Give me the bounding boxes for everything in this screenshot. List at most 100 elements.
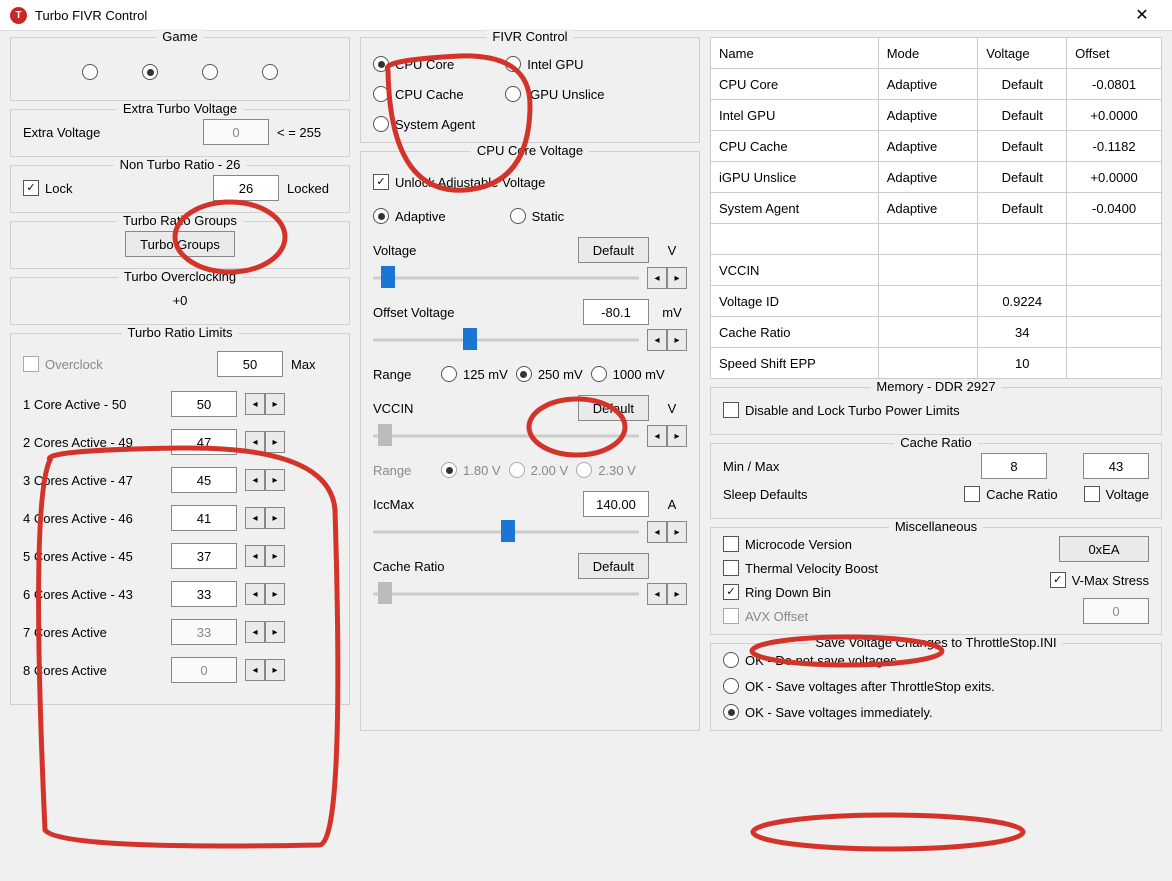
disable-lock-limits-checkbox[interactable]: Disable and Lock Turbo Power Limits	[723, 402, 960, 418]
limit-input[interactable]	[171, 581, 237, 607]
limit-inc[interactable]: ▸	[265, 393, 285, 415]
voltage-default-button[interactable]: Default	[578, 237, 649, 263]
limit-dec[interactable]: ◂	[245, 393, 265, 415]
microcode-button[interactable]: 0xEA	[1059, 536, 1149, 562]
vccin-default-button[interactable]: Default	[578, 395, 649, 421]
game-opt-3[interactable]	[202, 64, 218, 80]
cache-slider[interactable]	[373, 584, 639, 604]
table-cell: Speed Shift EPP	[711, 348, 879, 379]
table-cell: Default	[978, 131, 1067, 162]
limit-input[interactable]	[171, 543, 237, 569]
ring-down-checkbox[interactable]: Ring Down Bin	[723, 584, 1030, 600]
sleep-cache-checkbox[interactable]: Cache Ratio	[964, 486, 1058, 502]
game-opt-1[interactable]	[82, 64, 98, 80]
microcode-checkbox[interactable]: Microcode Version	[723, 536, 1030, 552]
iccmax-slider[interactable]	[373, 522, 639, 542]
non-turbo-state: Locked	[287, 181, 337, 196]
limit-inc[interactable]: ▸	[265, 621, 285, 643]
limit-dec[interactable]: ◂	[245, 469, 265, 491]
icc-dec[interactable]: ◂	[647, 521, 667, 543]
sleep-voltage-checkbox[interactable]: Voltage	[1084, 486, 1149, 502]
limit-dec[interactable]: ◂	[245, 545, 265, 567]
range-1000[interactable]: 1000 mV	[591, 366, 665, 382]
limit-inc[interactable]: ▸	[265, 545, 285, 567]
limit-label: 8 Cores Active	[23, 663, 163, 678]
non-turbo-input[interactable]	[213, 175, 279, 201]
cache-inc[interactable]: ▸	[667, 583, 687, 605]
limit-inc[interactable]: ▸	[265, 659, 285, 681]
table-header: Name	[711, 38, 879, 69]
offset-input[interactable]	[583, 299, 649, 325]
vccin-label: VCCIN	[373, 401, 570, 416]
sleep-defaults-label: Sleep Defaults	[723, 487, 956, 502]
avx-offset-input[interactable]	[1083, 598, 1149, 624]
vccin-inc[interactable]: ▸	[667, 425, 687, 447]
range-125[interactable]: 125 mV	[441, 366, 508, 382]
vccin-dec[interactable]: ◂	[647, 425, 667, 447]
unlock-voltage-checkbox[interactable]: Unlock Adjustable Voltage	[373, 174, 545, 190]
close-icon[interactable]: ✕	[1122, 5, 1162, 25]
turbo-groups-button[interactable]: Turbo Groups	[125, 231, 235, 257]
vccin-slider[interactable]	[373, 426, 639, 446]
limit-dec[interactable]: ◂	[245, 621, 265, 643]
game-opt-2[interactable]	[142, 64, 158, 80]
range-250[interactable]: 250 mV	[516, 366, 583, 382]
limit-input[interactable]	[171, 429, 237, 455]
limit-inc[interactable]: ▸	[265, 431, 285, 453]
save-opt-1[interactable]: OK - Do not save voltages.	[723, 652, 1149, 668]
fivr-igpu-unslice[interactable]: iGPU Unslice	[505, 86, 604, 102]
limit-inc[interactable]: ▸	[265, 469, 285, 491]
offset-inc[interactable]: ▸	[667, 329, 687, 351]
table-cell: VCCIN	[711, 255, 879, 286]
limit-input[interactable]	[171, 657, 237, 683]
table-cell	[878, 255, 978, 286]
save-opt-3[interactable]: OK - Save voltages immediately.	[723, 704, 1149, 720]
extra-voltage-input[interactable]	[203, 119, 269, 145]
voltage-inc[interactable]: ▸	[667, 267, 687, 289]
save-opt-2[interactable]: OK - Save voltages after ThrottleStop ex…	[723, 678, 1149, 694]
cache-default-button[interactable]: Default	[578, 553, 649, 579]
table-cell: -0.1182	[1067, 131, 1162, 162]
game-opt-4[interactable]	[262, 64, 278, 80]
cache-max-input[interactable]	[1083, 453, 1149, 479]
tvb-checkbox[interactable]: Thermal Velocity Boost	[723, 560, 1030, 576]
vmax-stress-checkbox[interactable]: V-Max Stress	[1050, 572, 1149, 588]
limit-inc[interactable]: ▸	[265, 583, 285, 605]
extra-turbo-legend: Extra Turbo Voltage	[117, 101, 243, 116]
offset-slider[interactable]	[373, 330, 639, 350]
fivr-system-agent[interactable]: System Agent	[373, 116, 475, 132]
limit-input[interactable]	[171, 505, 237, 531]
limit-input[interactable]	[171, 467, 237, 493]
voltage-slider[interactable]	[373, 268, 639, 288]
static-radio[interactable]: Static	[510, 208, 565, 224]
lock-checkbox[interactable]: Lock	[23, 180, 72, 196]
adaptive-radio[interactable]: Adaptive	[373, 208, 446, 224]
voltage-dec[interactable]: ◂	[647, 267, 667, 289]
icc-inc[interactable]: ▸	[667, 521, 687, 543]
overclock-checkbox[interactable]: Overclock	[23, 356, 103, 372]
limit-input[interactable]	[171, 391, 237, 417]
cache-ratio-group: Cache Ratio Min / Max Sleep Defaults Cac…	[710, 443, 1162, 519]
limit-dec[interactable]: ◂	[245, 583, 265, 605]
voltage-label: Voltage	[373, 243, 570, 258]
cpu-core-voltage-group: CPU Core Voltage Unlock Adjustable Volta…	[360, 151, 700, 731]
table-cell	[1067, 348, 1162, 379]
overclock-max-input[interactable]	[217, 351, 283, 377]
cache-dec[interactable]: ◂	[647, 583, 667, 605]
table-cell: Adaptive	[878, 162, 978, 193]
fivr-cpu-core[interactable]: CPU Core	[373, 56, 475, 72]
cache-min-input[interactable]	[981, 453, 1047, 479]
limit-dec[interactable]: ◂	[245, 659, 265, 681]
offset-dec[interactable]: ◂	[647, 329, 667, 351]
fivr-cpu-cache[interactable]: CPU Cache	[373, 86, 475, 102]
avx-offset-checkbox[interactable]: AVX Offset	[723, 608, 1030, 624]
limit-inc[interactable]: ▸	[265, 507, 285, 529]
table-cell: Adaptive	[878, 131, 978, 162]
limit-dec[interactable]: ◂	[245, 507, 265, 529]
memory-legend: Memory - DDR 2927	[870, 379, 1001, 394]
limit-dec[interactable]: ◂	[245, 431, 265, 453]
iccmax-input[interactable]	[583, 491, 649, 517]
extra-voltage-label: Extra Voltage	[23, 125, 195, 140]
fivr-intel-gpu[interactable]: Intel GPU	[505, 56, 604, 72]
limit-input[interactable]	[171, 619, 237, 645]
